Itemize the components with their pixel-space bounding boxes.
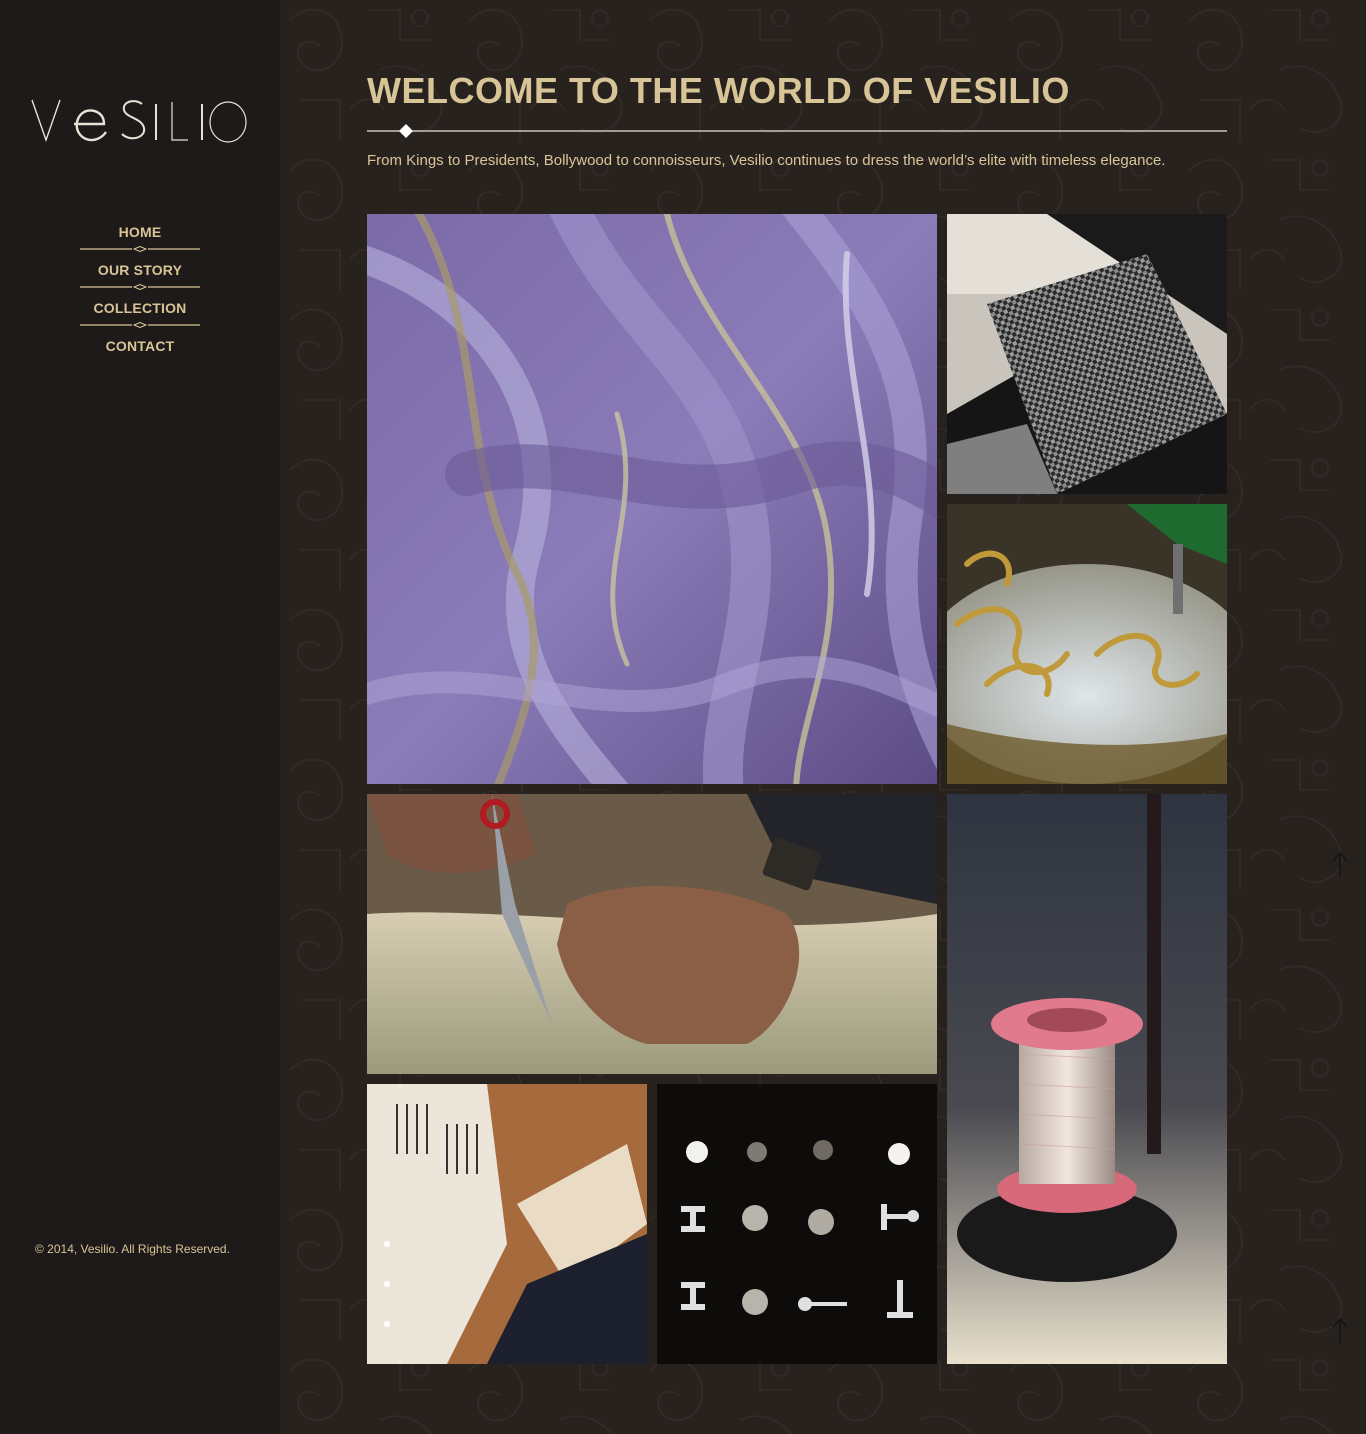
nav-our-story-label: OUR STORY: [97, 262, 183, 278]
nav-ornament-divider: [80, 284, 200, 290]
gallery-photo-buttons-cufflinks[interactable]: [657, 1084, 937, 1364]
nav-collection-label: COLLECTION: [93, 300, 187, 316]
title-divider: [367, 124, 1227, 138]
gallery-photo-tailor-cutting[interactable]: [367, 794, 937, 1074]
nav-contact[interactable]: CONTACT: [80, 334, 200, 372]
page-title: WELCOME TO THE WORLD OF VESILIO: [367, 70, 1070, 111]
main-nav: HOME OUR STORY COLLECTION CONTACT: [80, 220, 200, 372]
nav-home[interactable]: HOME: [80, 220, 200, 258]
gallery-photo-embroidery[interactable]: [947, 504, 1227, 784]
gallery-photo-thread-spool[interactable]: [947, 794, 1227, 1364]
gallery-photo-wool[interactable]: [367, 214, 937, 784]
nav-ornament-divider: [80, 322, 200, 328]
nav-ornament-divider: [80, 246, 200, 252]
copyright-text: © 2014, Vesilio. All Rights Reserved.: [35, 1242, 230, 1256]
sidebar: HOME OUR STORY COLLECTION CONTACT © 2014…: [0, 0, 280, 1434]
main-content: WELCOME TO THE WORLD OF VESILIO From Kin…: [280, 0, 1366, 1434]
nav-home-label: HOME: [118, 224, 162, 240]
arrow-up-icon[interactable]: [1331, 852, 1349, 878]
nav-contact-label: CONTACT: [105, 338, 175, 354]
nav-our-story[interactable]: OUR STORY: [80, 258, 200, 296]
gallery-photo-pattern-paper[interactable]: [367, 1084, 647, 1364]
intro-text: From Kings to Presidents, Bollywood to c…: [367, 152, 1166, 169]
gallery-photo-fabric-swatch[interactable]: [947, 214, 1227, 494]
nav-collection[interactable]: COLLECTION: [80, 296, 200, 334]
arrow-up-icon[interactable]: [1331, 1318, 1349, 1344]
vesilio-logo[interactable]: [30, 92, 250, 148]
